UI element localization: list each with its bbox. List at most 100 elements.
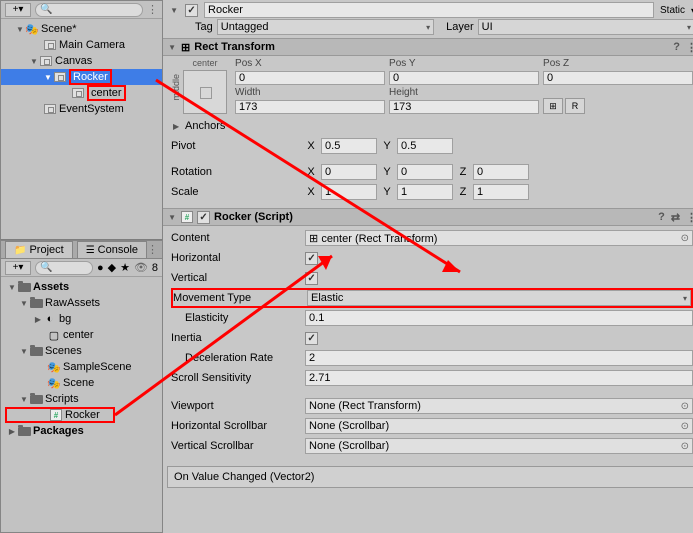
elasticity-field[interactable] [305,310,693,326]
preset-icon[interactable]: ⇄ [671,211,680,224]
asset-row[interactable]: 🎭Scene [5,375,158,391]
script-asset-row[interactable]: #Rocker [5,407,115,423]
filter-icon[interactable]: ★ [120,261,130,274]
foldout-icon[interactable]: ▼ [29,56,39,66]
filter-icon[interactable]: ● [97,262,104,274]
hierarchy-item[interactable]: Main Camera [1,37,162,53]
context-menu-icon[interactable]: ⋮ [147,3,158,16]
asset-row[interactable]: ▢center [5,327,158,343]
vertical-checkbox[interactable] [305,272,318,285]
blueprint-button[interactable]: ⊞ [543,98,563,114]
horizontal-checkbox[interactable] [305,252,318,265]
console-tab[interactable]: ☰ Console [77,241,147,258]
deceleration-field[interactable] [305,350,693,366]
help-icon[interactable]: ? [673,41,680,54]
foldout-icon[interactable]: ▶ [171,121,181,131]
visibility-icon[interactable]: 👁 [134,261,148,274]
gameobject-icon [43,39,57,51]
vscrollbar-object-field[interactable]: None (Scrollbar) [305,438,693,454]
filter-icon[interactable]: ◆ [108,261,116,274]
foldout-icon[interactable]: ▼ [19,346,29,356]
foldout-icon[interactable]: ▼ [43,72,53,82]
foldout-icon[interactable]: ▼ [7,282,17,292]
folder-icon [30,299,43,308]
foldout-icon[interactable]: ▼ [15,24,25,34]
search-icon: 🔍 [40,4,52,15]
hierarchy-item-selected[interactable]: ▼ Rocker [1,69,162,85]
hierarchy-search[interactable]: 🔍 [35,3,143,17]
project-tab[interactable]: 📁 Project [5,241,73,258]
scene-icon: 🎭 [25,23,39,35]
hierarchy-item[interactable]: center [1,85,162,101]
pivot-x-field[interactable] [321,138,377,154]
csharp-icon: # [181,211,193,223]
foldout-icon[interactable]: ▼ [167,212,177,222]
texture-icon: ◐ [43,313,57,325]
viewport-object-field[interactable]: None (Rect Transform) [305,398,693,414]
item-label: Rocker [69,71,112,83]
scale-x-field[interactable] [321,184,377,200]
rot-y-field[interactable] [397,164,453,180]
panel-menu-icon[interactable]: ⋮ [147,243,162,256]
foldout-icon[interactable]: ▼ [169,5,179,15]
foldout-icon[interactable]: ▼ [19,298,29,308]
csharp-icon: # [50,409,62,421]
project-search[interactable]: 🔍 [35,261,93,275]
scroll-sensitivity-field[interactable] [305,370,693,386]
folder-row[interactable]: ▼Scripts [5,391,158,407]
folder-icon [30,395,43,404]
foldout-icon[interactable]: ▶ [7,426,17,436]
inertia-checkbox[interactable] [305,332,318,345]
component-enabled-checkbox[interactable] [197,211,210,224]
rocker-script-header[interactable]: ▼ # Rocker (Script) ?⇄⋮ [163,208,693,226]
posz-field[interactable] [543,71,693,85]
scale-y-field[interactable] [397,184,453,200]
asset-row[interactable]: ▶◐bg [5,311,158,327]
gameobject-enabled-checkbox[interactable] [185,4,198,17]
assets-folder[interactable]: ▼Assets [5,279,158,295]
tag-label: Tag [195,21,213,33]
raw-edit-button[interactable]: R [565,98,585,114]
inspector-panel: ▼ Static ▾ Tag Untagged Layer UI ▼ ⊞ Rec… [163,0,693,533]
scale-z-field[interactable] [473,184,529,200]
texture-icon: ▢ [47,329,61,341]
posx-field[interactable] [235,71,385,85]
create-dropdown[interactable]: +▾ [5,3,31,17]
width-field[interactable] [235,100,385,114]
asset-row[interactable]: 🎭SampleScene [5,359,158,375]
tag-dropdown[interactable]: Untagged [217,19,434,35]
movement-type-row: Movement TypeElastic [171,288,693,308]
anchor-preset-button[interactable]: center [181,58,229,116]
layer-dropdown[interactable]: UI [478,19,693,35]
component-menu-icon[interactable]: ⋮ [686,41,693,54]
component-menu-icon[interactable]: ⋮ [686,211,693,224]
foldout-icon[interactable]: ▼ [167,42,177,52]
foldout-icon[interactable]: ▶ [33,314,43,324]
gameobject-name-field[interactable] [204,2,654,18]
rect-transform-header[interactable]: ▼ ⊞ Rect Transform ?⋮ [163,38,693,56]
content-object-field[interactable]: ⊞ center (Rect Transform) [305,230,693,246]
pivot-y-field[interactable] [397,138,453,154]
movement-type-dropdown[interactable]: Elastic [307,290,691,306]
hierarchy-item[interactable]: EventSystem [1,101,162,117]
posy-field[interactable] [389,71,539,85]
anchor-v-label: middle [171,74,181,101]
hierarchy-panel: +▾ 🔍 ⋮ ▼ 🎭 Scene* Main Camera ▼ Canvas [0,0,163,240]
item-label: center [87,85,126,101]
folder-icon [30,347,43,356]
folder-row[interactable]: ▼Scenes [5,343,158,359]
help-icon[interactable]: ? [658,211,665,224]
rot-x-field[interactable] [321,164,377,180]
event-callback-box[interactable]: On Value Changed (Vector2) [167,466,693,488]
foldout-icon[interactable]: ▼ [19,394,29,404]
item-label: Canvas [55,55,92,67]
hierarchy-item[interactable]: ▼ Canvas [1,53,162,69]
item-label: EventSystem [59,103,124,115]
folder-row[interactable]: ▼RawAssets [5,295,158,311]
hscrollbar-object-field[interactable]: None (Scrollbar) [305,418,693,434]
scene-row[interactable]: ▼ 🎭 Scene* [1,21,162,37]
height-field[interactable] [389,100,539,114]
project-create-dropdown[interactable]: +▾ [5,261,31,275]
packages-folder[interactable]: ▶Packages [5,423,158,439]
rot-z-field[interactable] [473,164,529,180]
